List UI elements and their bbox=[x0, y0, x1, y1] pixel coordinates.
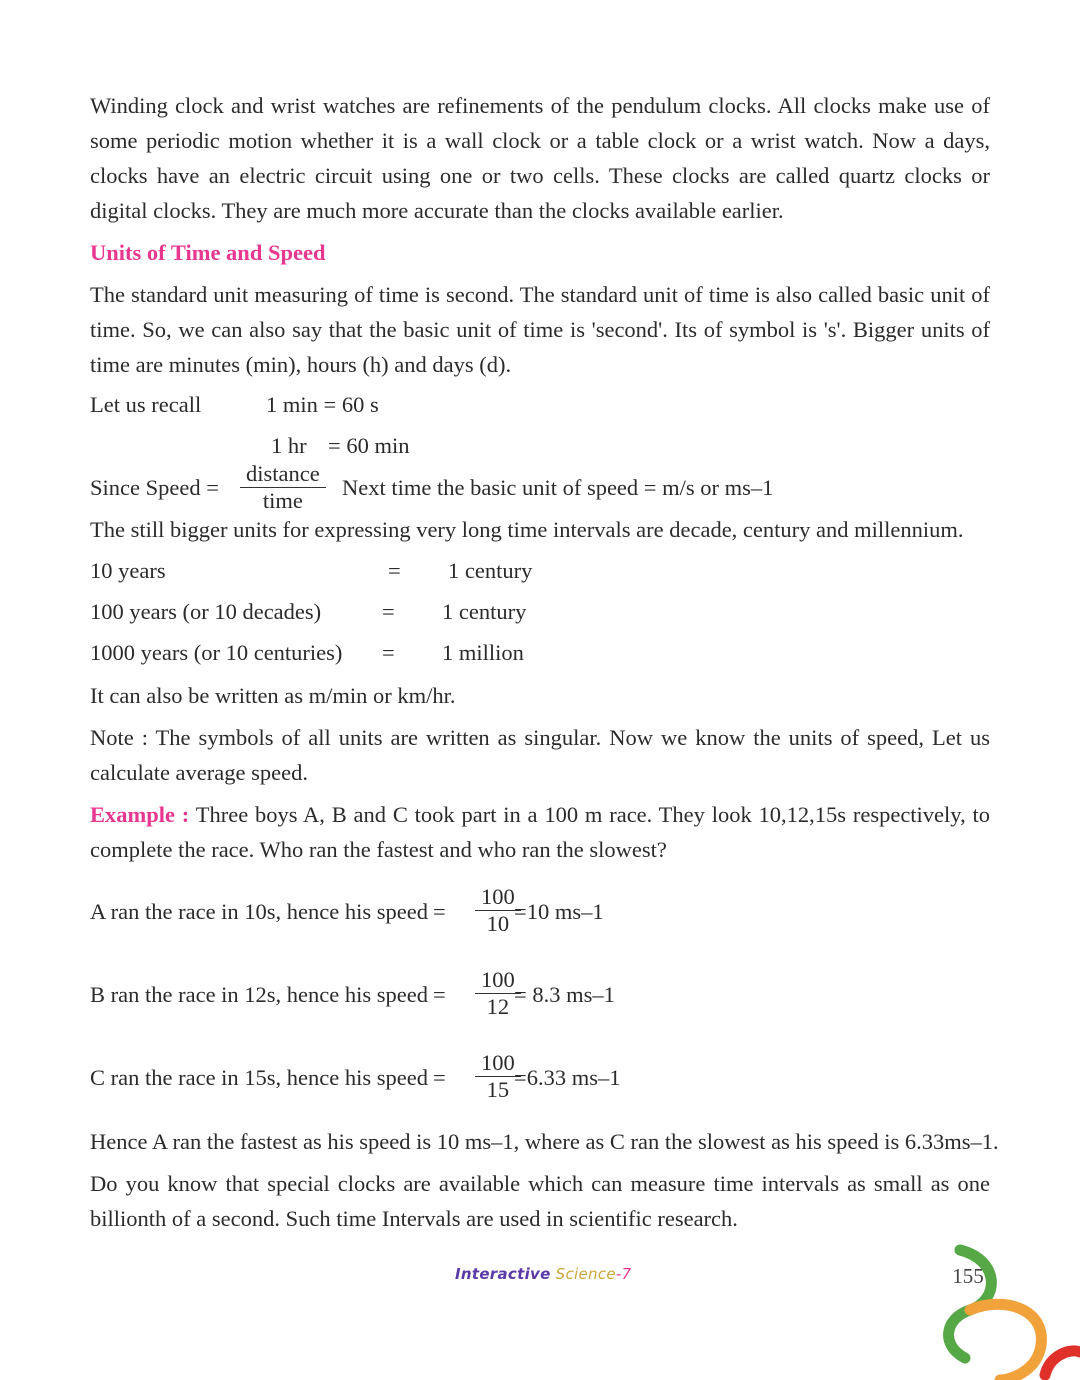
intro-paragraph: Winding clock and wrist watches are refi… bbox=[90, 93, 990, 223]
calc-text: B ran the race in 12s, hence his speed bbox=[90, 982, 429, 1007]
conversion-right: 1 million bbox=[442, 640, 524, 665]
speed-formula-label: Since Speed = bbox=[90, 475, 219, 500]
textbook-page: Winding clock and wrist watches are refi… bbox=[0, 0, 1080, 1380]
calc-result: = 8.3 ms–1 bbox=[514, 982, 615, 1007]
brand-part-1: Interactive bbox=[455, 1265, 551, 1283]
calc-text: C ran the race in 15s, hence his speed bbox=[90, 1065, 429, 1090]
conversion-right: 1 century bbox=[448, 558, 533, 583]
units-paragraph: The standard unit measuring of time is s… bbox=[90, 282, 990, 377]
example-text: Three boys A, B and C took part in a 100… bbox=[90, 802, 991, 862]
example-label: Example : bbox=[90, 802, 190, 827]
speed-denominator: time bbox=[262, 488, 303, 513]
still-bigger-line: The still bigger units for expressing ve… bbox=[90, 517, 964, 542]
conversion-right: 1 century bbox=[442, 599, 527, 624]
conversion-eq: = bbox=[382, 599, 395, 624]
swirl-red bbox=[1039, 1345, 1080, 1380]
note-paragraph: Note : The symbols of all units are writ… bbox=[90, 725, 990, 785]
calc-eq: = bbox=[433, 1065, 446, 1090]
conversion-left: 10 years bbox=[90, 558, 166, 583]
calc-result: =6.33 ms–1 bbox=[514, 1065, 621, 1090]
calc-text: A ran the race in 10s, hence his speed bbox=[90, 899, 429, 924]
conversion-left: 100 years (or 10 decades) bbox=[90, 599, 322, 624]
closing-paragraph: Do you know that special clocks are avai… bbox=[90, 1171, 990, 1231]
speed-formula-suffix: Next time the basic unit of speed = m/s … bbox=[342, 475, 774, 500]
conclusion-line: Hence A ran the fastest as his speed is … bbox=[90, 1129, 999, 1154]
recall-label: Let us recall bbox=[90, 392, 202, 417]
conversion-left: 1000 years (or 10 centuries) bbox=[90, 640, 343, 665]
calc-eq: = bbox=[433, 982, 446, 1007]
footer-brand: Interactive Science-7 bbox=[455, 1265, 631, 1283]
calc-result: =10 ms–1 bbox=[514, 899, 604, 924]
calc-eq: = bbox=[433, 899, 446, 924]
recall-row-2-left: 1 hr bbox=[271, 433, 307, 458]
page-number: 155 bbox=[952, 1264, 984, 1288]
example-paragraph: Example : Three boys A, B and C took par… bbox=[90, 797, 990, 867]
section-heading: Units of Time and Speed bbox=[90, 240, 326, 265]
brand-part-2: Science bbox=[550, 1265, 616, 1283]
conversion-eq: = bbox=[388, 558, 401, 583]
conversion-eq: = bbox=[382, 640, 395, 665]
also-written-line: It can also be written as m/min or km/hr… bbox=[90, 683, 456, 708]
swirl-orange bbox=[964, 1298, 1047, 1380]
speed-numerator: distance bbox=[246, 461, 320, 486]
recall-row-1: 1 min = 60 s bbox=[266, 392, 379, 417]
recall-row-2-right: = 60 min bbox=[328, 433, 410, 458]
speed-fraction: distance time bbox=[240, 461, 326, 514]
brand-part-3: -7 bbox=[615, 1265, 632, 1283]
